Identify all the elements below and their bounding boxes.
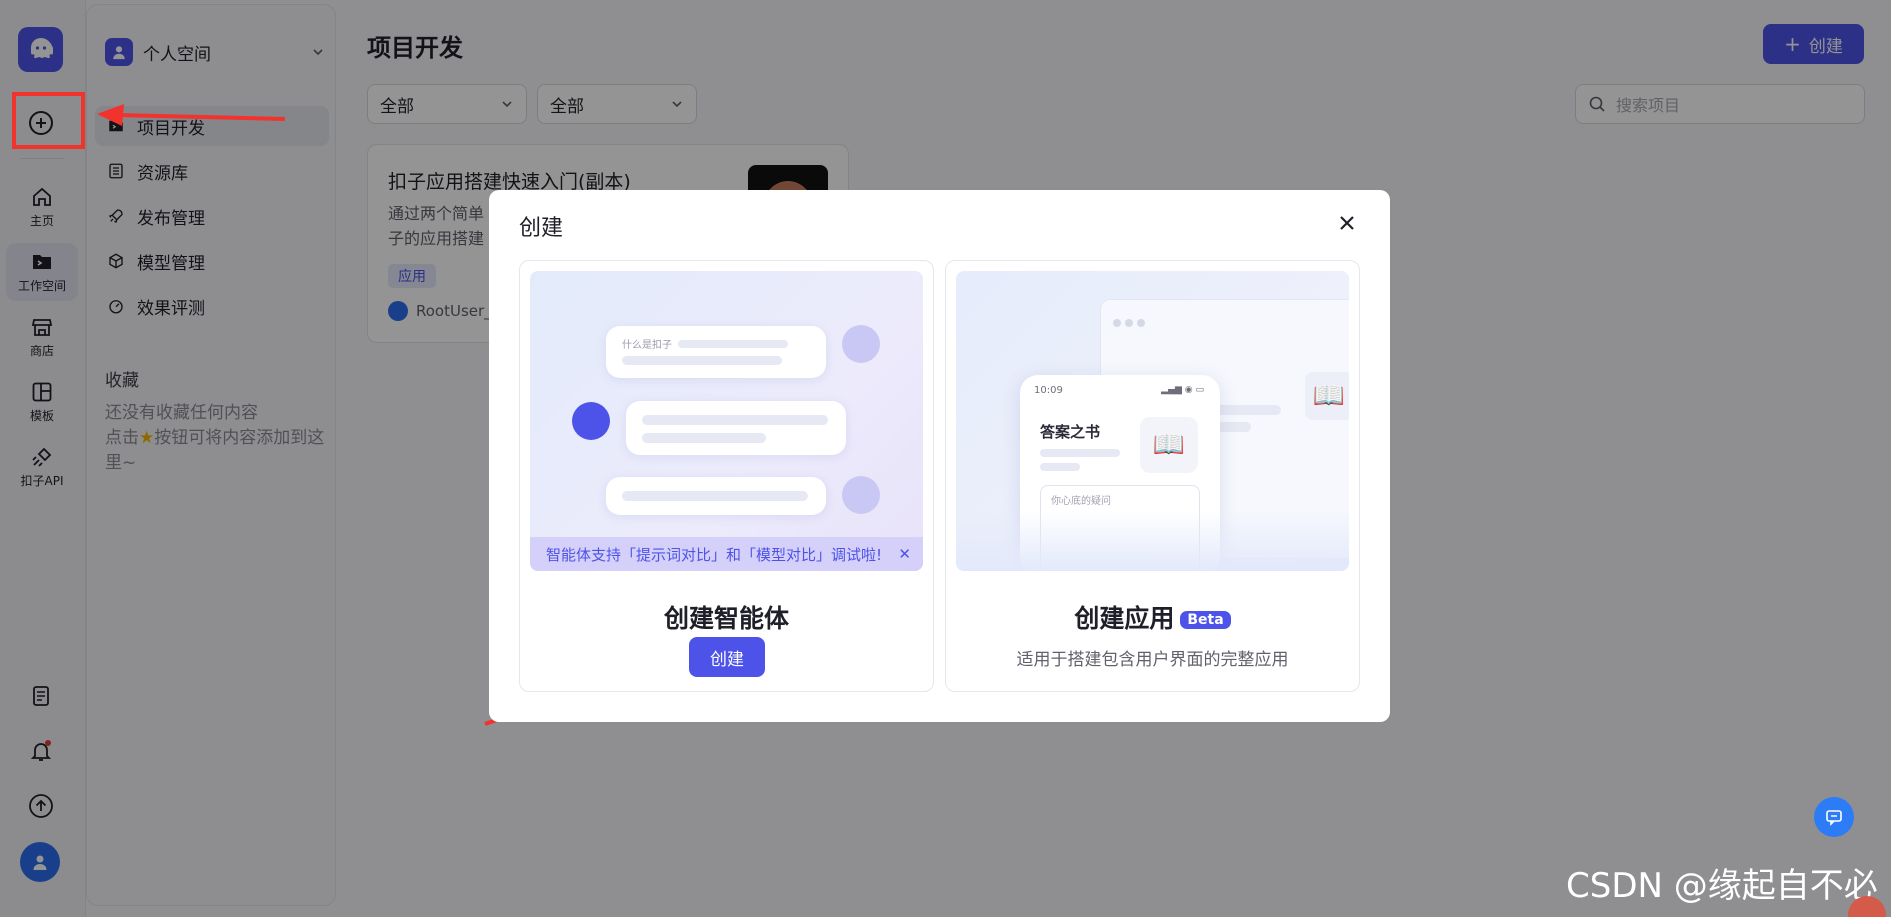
feature-banner: 智能体支持「提示词对比」和「模型对比」调试啦! ✕ (530, 537, 923, 571)
app-option-title: 创建应用 Beta (946, 599, 1359, 635)
create-agent-option[interactable]: 什么是扣子 智能体支持「提示词对比」和「模型对比」调试啦! ✕ 创建智能体 创建 (519, 260, 934, 692)
user-avatar-illustration (842, 325, 880, 363)
app-option-subtitle: 适用于搭建包含用户界面的完整应用 (1016, 650, 1289, 670)
app-illustration: 答案之书 📖 10:09 ▂▄▆ ◉ ▭ 答案之书 📖 你心底的疑问 (956, 271, 1349, 571)
agent-illustration: 什么是扣子 智能体支持「提示词对比」和「模型对比」调试啦! ✕ (530, 271, 923, 571)
app-title-text: 创建应用 (1074, 604, 1175, 633)
chat-bubble-bot (626, 401, 846, 455)
agent-option-title: 创建智能体 (663, 604, 789, 633)
banner-text: 智能体支持「提示词对比」和「模型对比」调试啦! (546, 545, 883, 564)
close-button[interactable] (1334, 210, 1360, 236)
phone-book-title: 答案之书 (1040, 423, 1101, 441)
window-dots (1113, 312, 1153, 327)
beta-badge: Beta (1180, 611, 1231, 629)
modal-title: 创建 (519, 216, 564, 241)
book-icon: 📖 (1305, 372, 1349, 420)
create-agent-button[interactable]: 创建 (689, 637, 765, 677)
chat-bubble-user: 什么是扣子 (606, 326, 826, 378)
banner-close-icon[interactable]: ✕ (898, 545, 911, 563)
phone-time: 10:09 (1034, 385, 1063, 396)
status-icons: ▂▄▆ ◉ ▭ (1161, 385, 1204, 395)
close-icon (1340, 216, 1354, 230)
create-modal: 创建 什么是扣子 智能体支持「提示词对比」和「模型对比」调试啦! ✕ 创建智能体… (489, 190, 1390, 722)
chat-bubble-user-2 (606, 477, 826, 515)
create-app-option[interactable]: 答案之书 📖 10:09 ▂▄▆ ◉ ▭ 答案之书 📖 你心底的疑问 创建应用 B… (945, 260, 1360, 692)
input-hint: 你心底的疑问 (1051, 496, 1111, 507)
annotation-arrow-top (97, 104, 286, 126)
feedback-button[interactable] (1814, 797, 1854, 837)
user-avatar-illustration-2 (842, 476, 880, 514)
bot-avatar-illustration (572, 402, 610, 440)
chat-hint: 什么是扣子 (622, 340, 672, 351)
watermark: CSDN @缘起自不必 (1566, 866, 1878, 906)
fade-overlay (956, 511, 1349, 571)
chat-icon (1826, 810, 1842, 826)
book-icon: 📖 (1140, 417, 1198, 473)
